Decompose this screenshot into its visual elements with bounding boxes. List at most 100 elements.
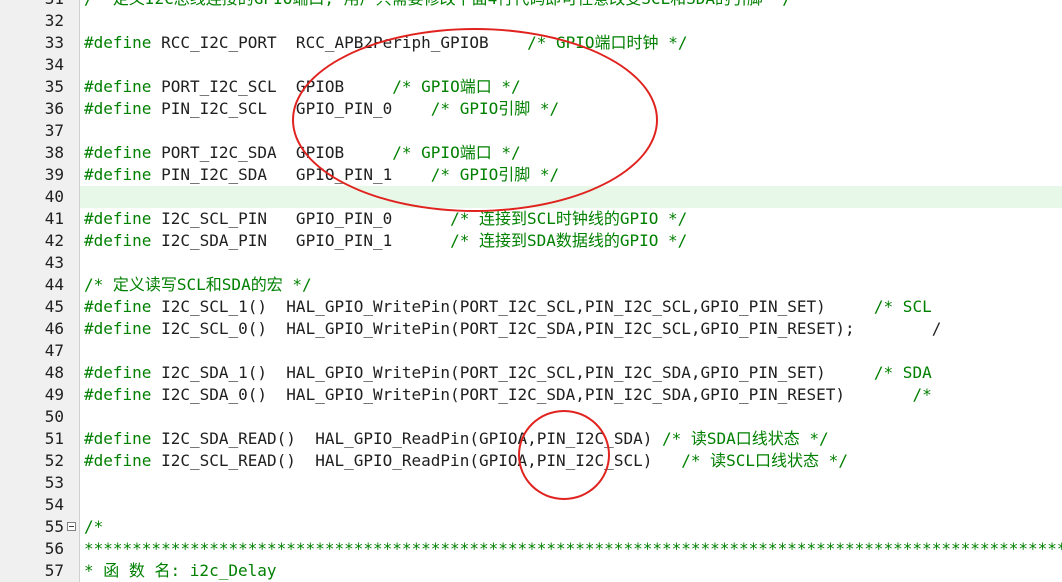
line-number: 37 (0, 120, 66, 142)
line-number: 56 (0, 538, 66, 560)
code-line[interactable]: 42 #define I2C_SDA_PIN GPIO_PIN_1 /* 连接到S… (0, 230, 1062, 252)
code-line[interactable]: 57 * 函 数 名: i2c_Delay (0, 560, 1062, 582)
code-line[interactable]: 33 #define RCC_I2C_PORT RCC_APB2Periph_GP… (0, 32, 1062, 54)
code-text: #define PIN_I2C_SCL GPIO_PIN_0 /* GPIO引脚… (84, 99, 560, 118)
code-line[interactable]: 56 **************************************… (0, 538, 1062, 560)
fold-margin (66, 450, 80, 472)
code-text: #define I2C_SDA_0() HAL_GPIO_WritePin(PO… (84, 385, 932, 404)
code-text: #define I2C_SDA_READ() HAL_GPIO_ReadPin(… (84, 429, 829, 448)
code-line[interactable]: 53 (0, 472, 1062, 494)
code-text: #define I2C_SCL_PIN GPIO_PIN_0 /* 连接到SCL… (84, 209, 688, 228)
code-line[interactable]: 49 #define I2C_SDA_0() HAL_GPIO_WritePin(… (0, 384, 1062, 406)
line-number: 47 (0, 340, 66, 362)
line-number: 40 (0, 186, 66, 208)
line-number: 46 (0, 318, 66, 340)
code-text: /* 定义读写SCL和SDA的宏 */ (84, 275, 312, 294)
code-text: #define I2C_SDA_1() HAL_GPIO_WritePin(PO… (84, 363, 932, 382)
code-line[interactable]: 39 #define PIN_I2C_SDA GPIO_PIN_1 /* GPIO… (0, 164, 1062, 186)
fold-margin (66, 362, 80, 384)
line-number: 53 (0, 472, 66, 494)
fold-margin (66, 142, 80, 164)
line-number: 31 (0, 0, 66, 10)
code-line[interactable]: 46 #define I2C_SCL_0() HAL_GPIO_WritePin(… (0, 318, 1062, 340)
code-line[interactable]: 34 (0, 54, 1062, 76)
code-line[interactable]: 52 #define I2C_SCL_READ() HAL_GPIO_ReadPi… (0, 450, 1062, 472)
fold-margin (66, 340, 80, 362)
fold-margin (66, 406, 80, 428)
line-number: 54 (0, 494, 66, 516)
fold-margin (66, 516, 80, 538)
code-text: #define PIN_I2C_SDA GPIO_PIN_1 /* GPIO引脚… (84, 165, 560, 184)
fold-margin (66, 252, 80, 274)
line-number: 39 (0, 164, 66, 186)
code-text: * 函 数 名: i2c_Delay (84, 561, 277, 580)
fold-margin (66, 274, 80, 296)
fold-margin (66, 428, 80, 450)
code-line[interactable]: 51 #define I2C_SDA_READ() HAL_GPIO_ReadPi… (0, 428, 1062, 450)
code-line[interactable]: 48 #define I2C_SDA_1() HAL_GPIO_WritePin(… (0, 362, 1062, 384)
line-number: 50 (0, 406, 66, 428)
code-text: #define I2C_SCL_0() HAL_GPIO_WritePin(PO… (84, 319, 942, 338)
code-line[interactable]: 41 #define I2C_SCL_PIN GPIO_PIN_0 /* 连接到S… (0, 208, 1062, 230)
code-line[interactable]: 36 #define PIN_I2C_SCL GPIO_PIN_0 /* GPIO… (0, 98, 1062, 120)
fold-margin (66, 164, 80, 186)
code-line[interactable]: 43 (0, 252, 1062, 274)
line-number: 55 (0, 516, 66, 538)
code-text: /* 定义I2C总线连接的GPIO端口, 用户只需要修改下面4行代码即可任意改变… (84, 0, 792, 10)
fold-margin (66, 384, 80, 406)
fold-margin (66, 494, 80, 516)
fold-margin (66, 98, 80, 120)
fold-margin (66, 318, 80, 340)
line-number: 57 (0, 560, 66, 582)
code-line[interactable]: 35 #define PORT_I2C_SCL GPIOB /* GPIO端口 *… (0, 76, 1062, 98)
code-text: #define I2C_SCL_READ() HAL_GPIO_ReadPin(… (84, 451, 848, 470)
code-text: #define PORT_I2C_SDA GPIOB /* GPIO端口 */ (84, 143, 521, 162)
line-number: 52 (0, 450, 66, 472)
fold-margin (66, 32, 80, 54)
fold-margin (66, 54, 80, 76)
fold-margin (66, 208, 80, 230)
line-number: 51 (0, 428, 66, 450)
fold-margin (66, 538, 80, 560)
line-number: 42 (0, 230, 66, 252)
fold-margin (66, 76, 80, 98)
fold-margin (66, 0, 80, 10)
line-number: 49 (0, 384, 66, 406)
line-number: 34 (0, 54, 66, 76)
code-line[interactable]: 50 (0, 406, 1062, 428)
code-line[interactable]: 38 #define PORT_I2C_SDA GPIOB /* GPIO端口 *… (0, 142, 1062, 164)
code-line[interactable]: 45 #define I2C_SCL_1() HAL_GPIO_WritePin(… (0, 296, 1062, 318)
fold-margin (66, 296, 80, 318)
fold-margin (66, 560, 80, 582)
fold-margin (66, 120, 80, 142)
code-editor[interactable]: 31 /* 定义I2C总线连接的GPIO端口, 用户只需要修改下面4行代码即可任意… (0, 0, 1062, 582)
line-number: 36 (0, 98, 66, 120)
code-text: #define I2C_SCL_1() HAL_GPIO_WritePin(PO… (84, 297, 932, 316)
fold-margin (66, 10, 80, 32)
fold-margin (66, 186, 80, 208)
line-number: 35 (0, 76, 66, 98)
line-number: 45 (0, 296, 66, 318)
collapse-minus-icon[interactable] (67, 522, 76, 531)
code-text: #define RCC_I2C_PORT RCC_APB2Periph_GPIO… (84, 33, 688, 52)
code-line[interactable]: 55 /* (0, 516, 1062, 538)
code-line[interactable]: 32 (0, 10, 1062, 32)
code-line[interactable]: 40 (0, 186, 1062, 208)
line-number: 48 (0, 362, 66, 384)
line-number: 44 (0, 274, 66, 296)
line-number: 32 (0, 10, 66, 32)
code-text: #define PORT_I2C_SCL GPIOB /* GPIO端口 */ (84, 77, 521, 96)
code-line[interactable]: 54 (0, 494, 1062, 516)
line-number: 33 (0, 32, 66, 54)
line-number: 43 (0, 252, 66, 274)
code-text: #define I2C_SDA_PIN GPIO_PIN_1 /* 连接到SDA… (84, 231, 688, 250)
code-line[interactable]: 37 (0, 120, 1062, 142)
code-text: ****************************************… (84, 539, 1062, 558)
fold-margin (66, 230, 80, 252)
code-line[interactable]: 44 /* 定义读写SCL和SDA的宏 */ (0, 274, 1062, 296)
line-number: 38 (0, 142, 66, 164)
fold-margin (66, 472, 80, 494)
code-line[interactable]: 31 /* 定义I2C总线连接的GPIO端口, 用户只需要修改下面4行代码即可任意… (0, 0, 1062, 10)
code-line[interactable]: 47 (0, 340, 1062, 362)
line-number: 41 (0, 208, 66, 230)
